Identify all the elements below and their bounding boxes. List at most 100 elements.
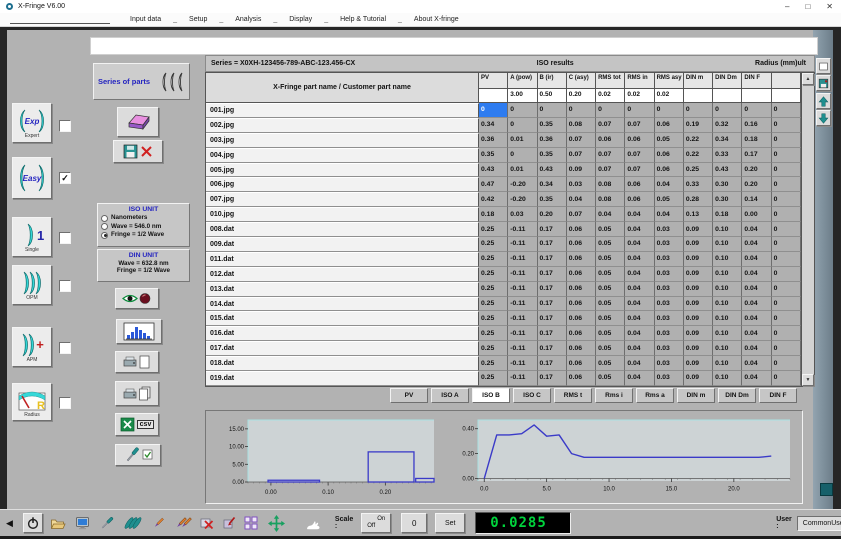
value-cell[interactable]: 0 bbox=[772, 207, 801, 222]
tolerance-cell[interactable] bbox=[772, 89, 801, 103]
value-cell[interactable]: 0.17 bbox=[538, 356, 567, 371]
value-cell[interactable]: 0.04 bbox=[742, 237, 771, 252]
value-cell[interactable]: 0.06 bbox=[625, 192, 654, 207]
value-cell[interactable]: 0.17 bbox=[538, 371, 567, 386]
value-cell[interactable]: -0.20 bbox=[508, 192, 537, 207]
tab-iso-c[interactable]: ISO C bbox=[513, 388, 551, 403]
value-cell[interactable]: 0.03 bbox=[508, 207, 537, 222]
view-button[interactable] bbox=[115, 288, 159, 309]
value-cell[interactable]: 0.17 bbox=[538, 282, 567, 297]
value-cell[interactable]: 0.17 bbox=[538, 252, 567, 267]
value-cell[interactable]: 0.05 bbox=[596, 311, 625, 326]
menu-setup[interactable]: Setup bbox=[189, 16, 207, 23]
tolerance-cell[interactable]: 3.00 bbox=[508, 89, 537, 103]
value-cell[interactable]: 0.09 bbox=[684, 371, 713, 386]
tolerance-cell[interactable]: 0.02 bbox=[655, 89, 684, 103]
apm-checkbox[interactable] bbox=[59, 342, 71, 354]
value-cell[interactable]: 0.06 bbox=[567, 326, 596, 341]
print-page-button[interactable] bbox=[115, 351, 159, 373]
value-cell[interactable]: 0.22 bbox=[684, 133, 713, 148]
tab-pv[interactable]: PV bbox=[390, 388, 428, 403]
value-cell[interactable]: 0 bbox=[772, 297, 801, 312]
part-name-cell[interactable]: 008.dat bbox=[206, 222, 479, 237]
value-cell[interactable]: 0.05 bbox=[655, 192, 684, 207]
part-name-cell[interactable]: 015.dat bbox=[206, 311, 479, 326]
maximize-button[interactable]: □ bbox=[805, 2, 810, 11]
value-cell[interactable]: 0.04 bbox=[742, 371, 771, 386]
move-button[interactable] bbox=[267, 513, 287, 533]
menu-about[interactable]: About X-fringe bbox=[414, 16, 459, 23]
tolerance-cell[interactable] bbox=[479, 89, 508, 103]
value-cell[interactable]: 0.03 bbox=[655, 267, 684, 282]
scroll-down-icon[interactable]: ▼ bbox=[802, 374, 814, 386]
scroll-up-icon[interactable]: ▲ bbox=[802, 73, 814, 85]
user-field[interactable]: CommonUser bbox=[797, 516, 841, 531]
value-cell[interactable]: 0.07 bbox=[625, 118, 654, 133]
value-cell[interactable]: 0.35 bbox=[538, 192, 567, 207]
part-name-cell[interactable]: 014.dat bbox=[206, 297, 479, 312]
value-cell[interactable]: 0 bbox=[508, 103, 537, 118]
part-name-cell[interactable]: 002.jpg bbox=[206, 118, 479, 133]
value-cell[interactable]: 0 bbox=[772, 237, 801, 252]
tab-rms-a[interactable]: Rms a bbox=[636, 388, 674, 403]
value-cell[interactable]: 0 bbox=[772, 222, 801, 237]
value-cell[interactable]: 0.25 bbox=[684, 163, 713, 178]
value-cell[interactable]: -0.11 bbox=[508, 252, 537, 267]
value-cell[interactable]: 0 bbox=[713, 103, 742, 118]
snapshot-button[interactable] bbox=[816, 75, 831, 91]
value-cell[interactable]: 0.09 bbox=[684, 356, 713, 371]
grid-button[interactable] bbox=[241, 513, 261, 533]
single-mode-button[interactable]: 1 Single bbox=[12, 217, 52, 257]
value-cell[interactable]: 0.03 bbox=[567, 177, 596, 192]
value-cell[interactable]: 0.04 bbox=[596, 207, 625, 222]
settings-check-button[interactable] bbox=[115, 444, 161, 466]
value-cell[interactable]: 0.03 bbox=[655, 252, 684, 267]
column-header[interactable]: RMS asy bbox=[655, 73, 684, 89]
tolerance-cell[interactable] bbox=[684, 89, 713, 103]
value-cell[interactable]: 0.04 bbox=[625, 356, 654, 371]
value-cell[interactable]: -0.11 bbox=[508, 356, 537, 371]
value-cell[interactable]: 0.36 bbox=[538, 133, 567, 148]
value-cell[interactable]: 0.17 bbox=[538, 297, 567, 312]
value-cell[interactable]: 0.25 bbox=[479, 356, 508, 371]
move-up-button[interactable] bbox=[816, 93, 831, 109]
value-cell[interactable]: 0.04 bbox=[625, 237, 654, 252]
value-cell[interactable]: 0.28 bbox=[684, 192, 713, 207]
value-cell[interactable]: 0.10 bbox=[713, 297, 742, 312]
value-cell[interactable]: 0.03 bbox=[655, 311, 684, 326]
value-cell[interactable]: 0.04 bbox=[742, 326, 771, 341]
value-cell[interactable]: 0.01 bbox=[508, 163, 537, 178]
value-cell[interactable]: 0.05 bbox=[596, 371, 625, 386]
value-cell[interactable]: 0.05 bbox=[596, 267, 625, 282]
value-cell[interactable]: 0.09 bbox=[684, 267, 713, 282]
column-header[interactable]: B (ir) bbox=[538, 73, 567, 89]
expert-mode-button[interactable]: Exp Expert bbox=[12, 103, 52, 143]
column-header[interactable]: A (pow) bbox=[508, 73, 537, 89]
value-cell[interactable]: 0.09 bbox=[684, 341, 713, 356]
value-cell[interactable]: 0.05 bbox=[596, 297, 625, 312]
radius-checkbox[interactable] bbox=[59, 397, 71, 409]
value-cell[interactable]: 0.10 bbox=[713, 326, 742, 341]
minimize-button[interactable]: – bbox=[785, 2, 789, 11]
value-cell[interactable]: 0.08 bbox=[596, 192, 625, 207]
value-cell[interactable]: 0.10 bbox=[713, 282, 742, 297]
value-cell[interactable]: 0.04 bbox=[625, 311, 654, 326]
part-name-cell[interactable]: 019.dat bbox=[206, 371, 479, 386]
value-cell[interactable]: 0.36 bbox=[479, 133, 508, 148]
value-cell[interactable]: 0.04 bbox=[625, 282, 654, 297]
value-cell[interactable]: 0.04 bbox=[655, 207, 684, 222]
value-cell[interactable]: 0.07 bbox=[596, 118, 625, 133]
value-cell[interactable]: 0.34 bbox=[713, 133, 742, 148]
value-cell[interactable]: 0.42 bbox=[479, 192, 508, 207]
value-cell[interactable]: 0.34 bbox=[538, 177, 567, 192]
column-header[interactable]: DIN Dm bbox=[713, 73, 742, 89]
value-cell[interactable]: 0.09 bbox=[684, 237, 713, 252]
value-cell[interactable]: 0.17 bbox=[538, 311, 567, 326]
value-cell[interactable]: 0.19 bbox=[684, 118, 713, 133]
easy-mode-button[interactable]: Easy bbox=[12, 157, 52, 199]
table-scrollbar[interactable]: ▲ ▼ bbox=[801, 73, 814, 386]
part-name-cell[interactable]: 007.jpg bbox=[206, 192, 479, 207]
value-cell[interactable]: -0.11 bbox=[508, 237, 537, 252]
value-cell[interactable]: 0 bbox=[772, 133, 801, 148]
value-cell[interactable]: 0.20 bbox=[742, 177, 771, 192]
